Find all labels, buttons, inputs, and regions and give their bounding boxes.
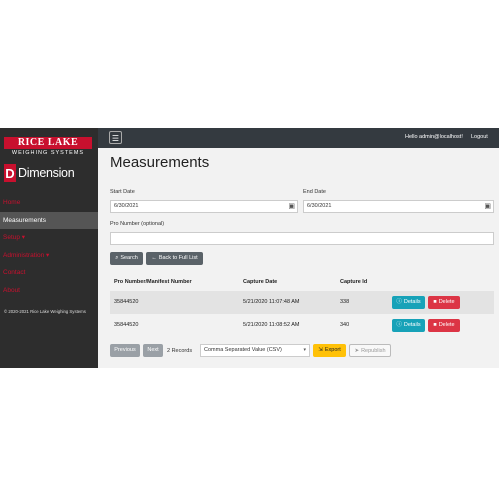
logo-text-top: RICE LAKE: [4, 137, 92, 149]
topbar: ☰ Hello admin@localhost! Logout: [98, 128, 499, 148]
column-header-capture-date: Capture Date: [243, 279, 278, 285]
search-button-label: Search: [120, 255, 138, 261]
trash-icon: ■: [433, 299, 437, 305]
table-row: 35844520 5/21/2020 11:07:48 AM 338 ⓘ Deta…: [110, 291, 494, 314]
calendar-icon[interactable]: ▣: [288, 202, 295, 212]
pro-number-input[interactable]: [110, 232, 494, 245]
info-icon: ⓘ: [396, 299, 402, 305]
republish-button-label: Republish: [361, 348, 386, 354]
logout-link[interactable]: Logout: [471, 134, 488, 140]
sidebar: RICE LAKE WEIGHING SYSTEMS D Dimension H…: [0, 128, 98, 368]
sidebar-nav: Home Measurements Setup ▾ Administration…: [0, 194, 98, 299]
previous-page-button[interactable]: Previous: [110, 344, 140, 357]
sidebar-item-administration[interactable]: Administration ▾: [0, 247, 98, 265]
user-greeting: Hello admin@localhost!: [405, 134, 463, 140]
export-button[interactable]: ⇲ Export: [313, 344, 346, 357]
column-header-capture-id: Capture Id: [340, 279, 368, 285]
arrow-left-icon: ←: [151, 255, 157, 261]
delete-button[interactable]: ■ Delete: [428, 296, 460, 309]
export-icon: ⇲: [318, 347, 323, 353]
sidebar-item-home[interactable]: Home: [0, 194, 98, 212]
delete-button-label: Delete: [438, 322, 455, 328]
search-icon: ⌕: [115, 255, 119, 261]
cell-pro-number: 35844520: [114, 299, 139, 305]
menu-toggle-button[interactable]: ☰: [109, 131, 122, 144]
sidebar-item-about[interactable]: About: [0, 282, 98, 300]
calendar-icon[interactable]: ▣: [484, 202, 491, 212]
page-title: Measurements: [110, 154, 210, 171]
delete-button-label: Delete: [438, 299, 455, 305]
dimension-logo: D Dimension: [4, 163, 75, 183]
export-format-select[interactable]: Comma Separated Value (CSV) ▾: [200, 344, 310, 357]
rice-lake-logo: RICE LAKE WEIGHING SYSTEMS: [4, 137, 92, 159]
sidebar-footer: © 2020-2021 Rice Lake Weighing Systems: [4, 309, 86, 314]
info-icon: ⓘ: [396, 322, 402, 328]
back-to-full-list-button[interactable]: ← Back to Full List: [146, 252, 203, 265]
next-page-button[interactable]: Next: [143, 344, 163, 357]
back-button-label: Back to Full List: [158, 255, 198, 261]
export-button-label: Export: [324, 347, 341, 353]
details-button[interactable]: ⓘ Details: [392, 296, 425, 309]
dimension-logo-text: Dimension: [18, 166, 75, 180]
records-count: 2 Records: [167, 348, 193, 354]
main-content: Measurements Start Date 6/30/2021 ▣ End …: [98, 148, 499, 368]
end-date-label: End Date: [303, 189, 326, 195]
delete-button[interactable]: ■ Delete: [428, 319, 460, 332]
end-date-value: 6/30/2021: [307, 203, 332, 209]
hamburger-icon: ☰: [111, 134, 120, 143]
sidebar-item-setup[interactable]: Setup ▾: [0, 229, 98, 247]
cell-capture-id: 338: [340, 299, 350, 305]
details-button[interactable]: ⓘ Details: [392, 319, 425, 332]
cell-capture-date: 5/21/2020 11:08:52 AM: [243, 322, 300, 328]
logo-text-bottom: WEIGHING SYSTEMS: [11, 150, 85, 156]
cell-capture-id: 340: [340, 322, 350, 328]
pro-number-label: Pro Number (optional): [110, 221, 165, 227]
dimension-logo-mark: D: [4, 164, 16, 182]
start-date-value: 6/30/2021: [114, 203, 139, 209]
republish-button[interactable]: ➤ Republish: [349, 344, 391, 357]
start-date-label: Start Date: [110, 189, 135, 195]
sidebar-item-measurements[interactable]: Measurements: [0, 211, 98, 229]
cell-pro-number: 35844520: [114, 322, 139, 328]
start-date-input[interactable]: 6/30/2021 ▣: [110, 200, 298, 213]
send-icon: ➤: [354, 348, 360, 354]
chevron-down-icon: ▾: [303, 347, 306, 353]
search-button[interactable]: ⌕ Search: [110, 252, 143, 265]
details-button-label: Details: [403, 299, 421, 305]
cell-capture-date: 5/21/2020 11:07:48 AM: [243, 299, 300, 305]
app-window: RICE LAKE WEIGHING SYSTEMS D Dimension H…: [0, 128, 499, 368]
end-date-input[interactable]: 6/30/2021 ▣: [303, 200, 494, 213]
sidebar-item-contact[interactable]: Contact: [0, 264, 98, 282]
column-header-pro-number: Pro Number/Manifest Number: [114, 279, 192, 285]
export-format-value: Comma Separated Value (CSV): [204, 347, 282, 353]
trash-icon: ■: [433, 322, 437, 328]
table-row: 35844520 5/21/2020 11:08:52 AM 340 ⓘ Deta…: [110, 314, 494, 337]
details-button-label: Details: [403, 322, 421, 328]
